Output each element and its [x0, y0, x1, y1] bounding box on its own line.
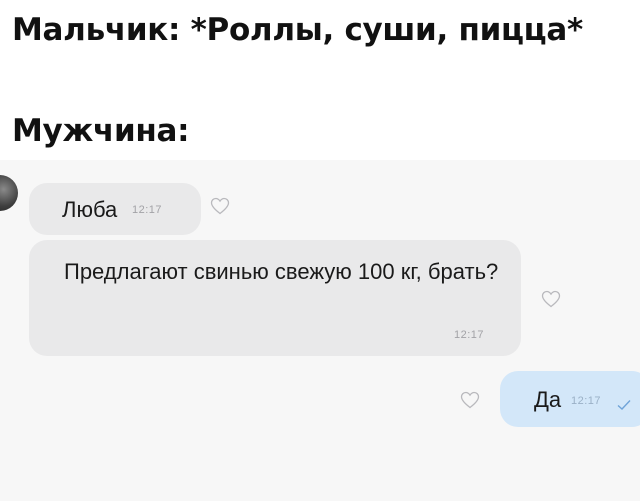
caption-line-1: Мальчик: *Роллы, суши, пицца* — [12, 12, 583, 48]
message-text: Предлагают свинью свежую 100 кг, брать? — [64, 259, 499, 284]
message-bubble-incoming[interactable]: Люба 12:17 — [29, 183, 201, 235]
message-text: Люба — [62, 197, 118, 222]
check-icon — [617, 391, 631, 417]
caption-line-2: Мужчина: — [12, 113, 190, 149]
message-bubble-outgoing[interactable]: Да 12:17 — [500, 371, 640, 427]
message-time: 12:17 — [132, 204, 163, 216]
heart-outline-icon[interactable] — [460, 391, 480, 414]
message-time: 12:17 — [454, 329, 485, 341]
message-text: Да — [534, 387, 562, 412]
heart-outline-icon[interactable] — [541, 290, 561, 313]
message-bubble-incoming[interactable]: Предлагают свинью свежую 100 кг, брать? … — [29, 240, 521, 356]
message-time: 12:17 — [571, 395, 602, 407]
heart-outline-icon[interactable] — [210, 197, 230, 220]
